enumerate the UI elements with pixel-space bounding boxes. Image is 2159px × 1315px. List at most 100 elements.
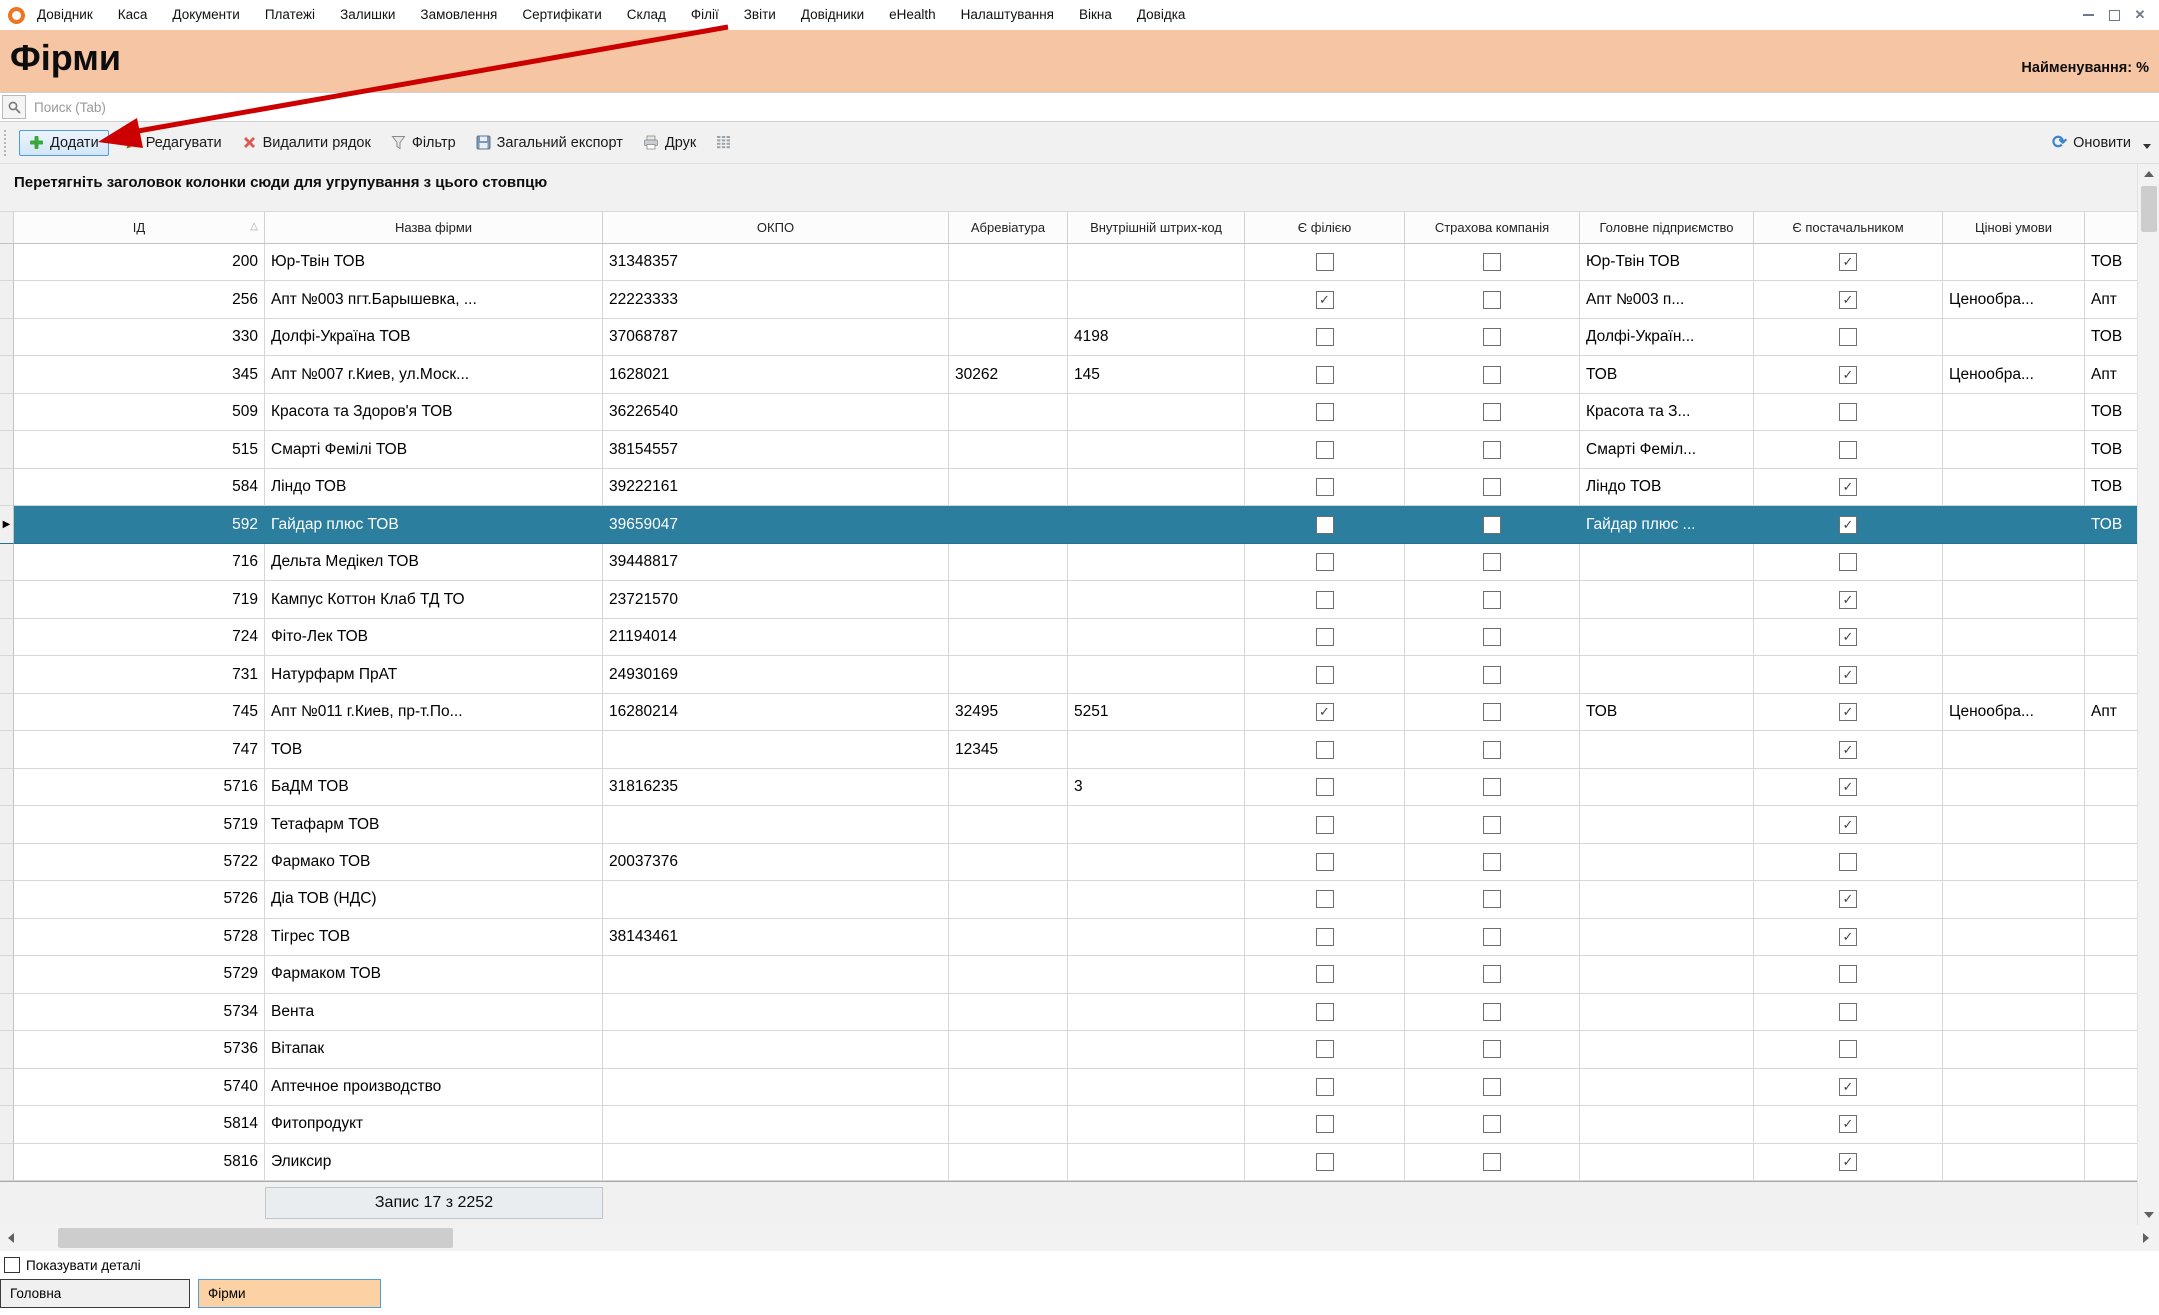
menu-item-8[interactable]: Склад [627, 7, 666, 22]
table-row[interactable]: 345Апт №007 г.Киев, ул.Моск...1628021302… [0, 356, 2137, 393]
column-header-10[interactable]: Цінові умови [1943, 212, 2085, 243]
table-row[interactable]: 5814Фитопродукт✓ [0, 1106, 2137, 1143]
column-header-1[interactable]: ІД△ [14, 212, 265, 243]
table-row[interactable]: 584Ліндо ТОВ39222161Ліндо ТОВ✓ТОВ [0, 469, 2137, 506]
table-row[interactable]: 716Дельта Медікел ТОВ39448817 [0, 544, 2137, 581]
checkbox-unchecked [1316, 890, 1334, 908]
horizontal-scrollbar[interactable] [0, 1225, 2159, 1251]
table-row[interactable]: 200Юр-Твін ТОВ31348357Юр-Твін ТОВ✓ТОВ [0, 244, 2137, 281]
minimize-button[interactable] [2075, 6, 2101, 24]
menu-item-15[interactable]: Довідка [1137, 7, 1186, 22]
print-button[interactable]: Друк [643, 135, 696, 151]
column-header-3[interactable]: ОКПО [603, 212, 949, 243]
page-title: Фірми [10, 32, 121, 84]
table-row[interactable]: 747ТОВ12345✓ [0, 731, 2137, 768]
export-label: Загальний експорт [497, 135, 623, 151]
table-row[interactable]: 719Кампус Коттон Клаб ТД ТО23721570✓ [0, 581, 2137, 618]
table-row[interactable]: 5740Аптечное производство✓ [0, 1069, 2137, 1106]
table-row[interactable]: 731Натурфарм ПрАТ24930169✓ [0, 656, 2137, 693]
menu-item-12[interactable]: eHealth [889, 7, 936, 22]
cell-org-type [2085, 919, 2137, 956]
menu-item-5[interactable]: Залишки [340, 7, 395, 22]
restore-button[interactable] [2101, 6, 2127, 24]
search-input[interactable] [26, 93, 2159, 121]
row-indicator [0, 581, 14, 618]
export-button[interactable]: Загальний експорт [476, 135, 623, 151]
delete-row-button[interactable]: Видалити рядок [242, 135, 371, 151]
menu-item-9[interactable]: Філії [691, 7, 719, 22]
column-header-6[interactable]: Є філією [1245, 212, 1405, 243]
cell-org-type [2085, 994, 2137, 1031]
cell-id: 5740 [14, 1069, 265, 1106]
cell-abbreviation [949, 994, 1068, 1031]
scroll-left-arrow-icon[interactable] [0, 1225, 22, 1251]
show-details-label: Показувати деталі [26, 1258, 141, 1273]
cell-abbreviation [949, 956, 1068, 993]
table-row[interactable]: 5736Вітапак [0, 1031, 2137, 1068]
column-header-8[interactable]: Головне підприємство [1580, 212, 1754, 243]
menu-item-3[interactable]: Документи [172, 7, 239, 22]
table-row[interactable]: 5728Тігрес ТОВ38143461✓ [0, 919, 2137, 956]
table-row[interactable]: 5716БаДМ ТОВ318162353✓ [0, 769, 2137, 806]
table-row[interactable]: 515Смарті Фемілі ТОВ38154557Смарті Феміл… [0, 431, 2137, 468]
menu-item-7[interactable]: Сертифікати [522, 7, 601, 22]
table-row[interactable]: 509Красота та Здоров'я ТОВ36226540Красот… [0, 394, 2137, 431]
cell-price-terms [1943, 431, 2085, 468]
edit-button[interactable]: Редагувати [125, 135, 222, 151]
cell-is-supplier [1754, 431, 1943, 468]
menu-item-1[interactable]: Довідник [37, 7, 93, 22]
table-row[interactable]: 330Долфі-Україна ТОВ370687874198Долфі-Ук… [0, 319, 2137, 356]
menu-item-14[interactable]: Вікна [1079, 7, 1112, 22]
column-header-5[interactable]: Внутрішній штрих-код [1068, 212, 1245, 243]
horizontal-scroll-thumb[interactable] [58, 1228, 453, 1248]
tab-firms[interactable]: Фірми [198, 1279, 381, 1308]
table-row[interactable]: 5729Фармаком ТОВ [0, 956, 2137, 993]
cell-org-type [2085, 581, 2137, 618]
refresh-button[interactable]: ⟳ Оновити [2052, 132, 2131, 153]
cell-is-supplier [1754, 1031, 1943, 1068]
table-row[interactable]: 724Фіто-Лек ТОВ21194014✓ [0, 619, 2137, 656]
column-header-7[interactable]: Страхова компанія [1405, 212, 1580, 243]
bottom-tabs: Головна Фірми [0, 1279, 2159, 1315]
table-row[interactable]: 5719Тетафарм ТОВ✓ [0, 806, 2137, 843]
menu-item-6[interactable]: Замовлення [420, 7, 497, 22]
menu-item-13[interactable]: Налаштування [961, 7, 1054, 22]
app-icon [8, 7, 25, 24]
cell-parent-company: Ліндо ТОВ [1580, 469, 1754, 506]
vertical-scroll-thumb[interactable] [2141, 186, 2157, 232]
menu-item-2[interactable]: Каса [118, 7, 148, 22]
add-button[interactable]: Додати [19, 130, 109, 156]
cell-parent-company [1580, 581, 1754, 618]
table-row[interactable]: 5722Фармако ТОВ20037376 [0, 844, 2137, 881]
table-row[interactable]: 5816Эликсир✓ [0, 1144, 2137, 1181]
close-button[interactable]: ✕ [2127, 6, 2153, 24]
cell-org-type: ТОВ [2085, 394, 2137, 431]
menu-item-4[interactable]: Платежі [265, 7, 315, 22]
cell-price-terms: Ценообра... [1943, 281, 2085, 318]
column-header-4[interactable]: Абревіатура [949, 212, 1068, 243]
vertical-scrollbar[interactable] [2137, 164, 2159, 1225]
table-row[interactable]: 256Апт №003 пгт.Барышевка, ...22223333✓А… [0, 281, 2137, 318]
show-details-checkbox[interactable] [4, 1257, 20, 1273]
menu-items: Довідник Каса Документи Платежі Залишки Замов… [37, 6, 1210, 24]
refresh-dropdown-caret[interactable] [2143, 144, 2151, 149]
menu-item-10[interactable]: Звіти [744, 7, 776, 22]
column-chooser-button[interactable] [716, 135, 731, 150]
menu-item-11[interactable]: Довідники [801, 7, 864, 22]
scroll-right-arrow-icon[interactable] [2135, 1225, 2157, 1251]
tab-main[interactable]: Головна [0, 1279, 190, 1308]
cell-abbreviation [949, 581, 1068, 618]
cell-is-insurance [1405, 431, 1580, 468]
table-row-selected[interactable]: ▶592Гайдар плюс ТОВ39659047Гайдар плюс .… [0, 506, 2137, 543]
column-header-9[interactable]: Є постачальником [1754, 212, 1943, 243]
table-row[interactable]: 5734Вента [0, 994, 2137, 1031]
checkbox-checked: ✓ [1839, 1078, 1857, 1096]
column-header-2[interactable]: Назва фірми [265, 212, 603, 243]
scroll-up-arrow-icon[interactable] [2138, 164, 2159, 184]
table-row[interactable]: 5726Діа ТОВ (НДС)✓ [0, 881, 2137, 918]
scroll-down-arrow-icon[interactable] [2138, 1205, 2159, 1225]
table-row[interactable]: 745Апт №011 г.Киев, пр-т.По...1628021432… [0, 694, 2137, 731]
filter-button[interactable]: Фільтр [391, 135, 456, 151]
edit-label: Редагувати [146, 135, 222, 151]
checkbox-unchecked [1483, 516, 1501, 534]
